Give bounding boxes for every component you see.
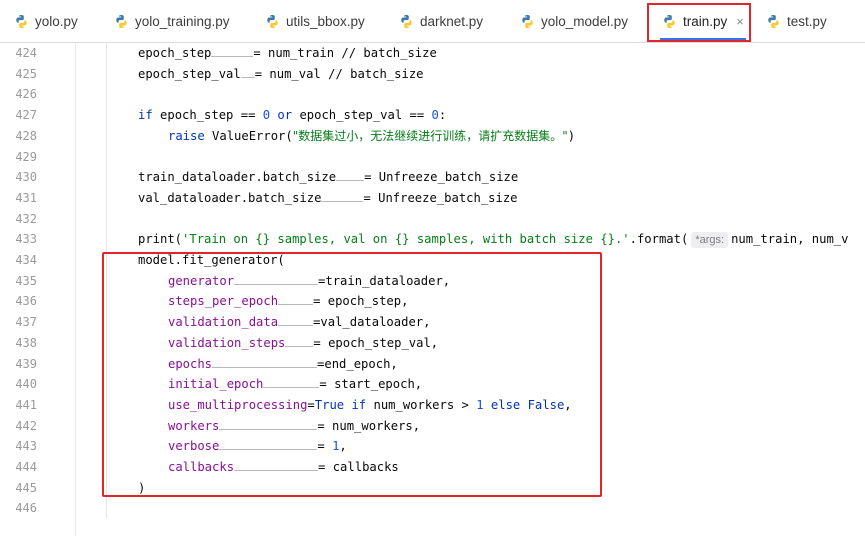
code-line-433[interactable]: print('Train on {} samples, val on {} sa… — [0, 229, 865, 250]
tab-label: darknet.py — [420, 13, 484, 29]
tab-test-py[interactable]: test.py — [766, 0, 827, 42]
code-line-428[interactable]: raise ValueError("数据集过小，无法继续进行训练，请扩充数据集。… — [0, 126, 865, 147]
tab-label: test.py — [787, 13, 827, 29]
line-number: 429 — [15, 149, 37, 164]
annotation-box-fit-generator — [102, 252, 602, 497]
tab-yolo-py[interactable]: yolo.py — [14, 0, 78, 42]
python-file-icon — [16, 14, 27, 28]
tab-label: yolo.py — [35, 13, 78, 29]
python-file-icon — [768, 14, 779, 28]
tab-label: yolo_training.py — [135, 13, 230, 29]
tab-label: yolo_model.py — [541, 13, 629, 29]
python-file-icon — [267, 14, 278, 28]
python-file-icon — [522, 14, 533, 28]
tab-darknet-py[interactable]: darknet.py — [399, 0, 483, 42]
tab-yolo-training-py[interactable]: yolo_training.py — [114, 0, 230, 42]
code-line-430[interactable]: train_dataloader.batch_size = Unfreeze_ba… — [0, 167, 865, 188]
code-line-431[interactable]: val_dataloader.batch_size = Unfreeze_batc… — [0, 188, 865, 209]
code-line-427[interactable]: if epoch_step == 0 or epoch_step_val == … — [0, 105, 865, 126]
code-line-424[interactable]: epoch_step = num_train // batch_size — [0, 43, 865, 64]
tab-utils-bbox-py[interactable]: utils_bbox.py — [265, 0, 365, 42]
python-file-icon — [116, 14, 127, 28]
tab-yolo-model-py[interactable]: yolo_model.py — [520, 0, 628, 42]
parameter-hint: *args: — [691, 232, 729, 249]
line-number: 432 — [15, 211, 37, 226]
code-line-425[interactable]: epoch_step_val = num_val // batch_size — [0, 64, 865, 85]
python-file-icon — [401, 14, 412, 28]
tab-label: utils_bbox.py — [286, 13, 365, 29]
line-number: 426 — [15, 87, 37, 102]
line-number: 446 — [15, 501, 37, 516]
annotation-box-tab — [647, 3, 751, 42]
